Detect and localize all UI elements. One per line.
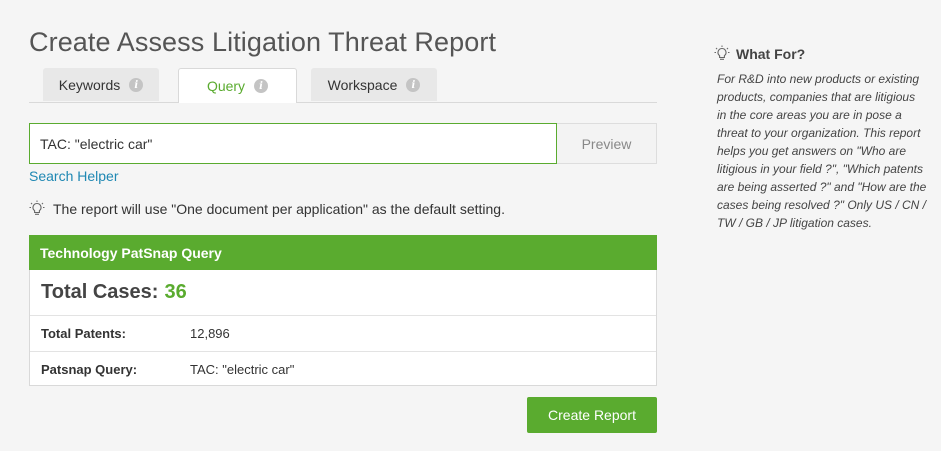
lightbulb-icon [714,45,730,62]
total-cases-value: 36 [164,281,186,304]
tab-bar: Keywords i Query i Workspace i [29,68,657,103]
info-icon[interactable]: i [254,79,268,93]
tab-query-label: Query [207,78,245,94]
lightbulb-icon [29,200,45,217]
what-for-title: What For? [736,46,805,62]
patsnap-query-value: TAC: "electric car" [190,362,294,377]
page-title: Create Assess Litigation Threat Report [29,27,496,58]
total-cases-label: Total Cases: [41,281,158,304]
what-for-description: For R&D into new products or existing pr… [717,70,927,232]
what-for-heading: What For? [714,45,805,62]
tab-keywords[interactable]: Keywords i [43,68,159,101]
total-patents-value: 12,896 [190,326,230,341]
info-icon[interactable]: i [406,78,420,92]
total-patents-label: Total Patents: [41,326,190,341]
preview-button[interactable]: Preview [557,123,657,164]
patsnap-query-row: Patsnap Query: TAC: "electric car" [30,352,656,387]
tab-workspace[interactable]: Workspace i [311,68,437,101]
default-setting-note: The report will use "One document per ap… [29,200,505,217]
create-report-button[interactable]: Create Report [527,397,657,433]
query-input[interactable] [29,123,557,164]
total-patents-row: Total Patents: 12,896 [30,316,656,352]
note-text: The report will use "One document per ap… [53,201,505,217]
tab-keywords-label: Keywords [59,77,120,93]
patsnap-query-label: Patsnap Query: [41,362,190,377]
result-card-header: Technology PatSnap Query [29,235,657,270]
total-cases: Total Cases: 36 [30,270,656,316]
search-helper-link[interactable]: Search Helper [29,168,119,184]
result-card: Technology PatSnap Query Total Cases: 36… [29,235,657,386]
info-icon[interactable]: i [129,78,143,92]
tab-query[interactable]: Query i [178,68,297,103]
query-row: Preview [29,123,657,164]
tab-workspace-label: Workspace [328,77,398,93]
